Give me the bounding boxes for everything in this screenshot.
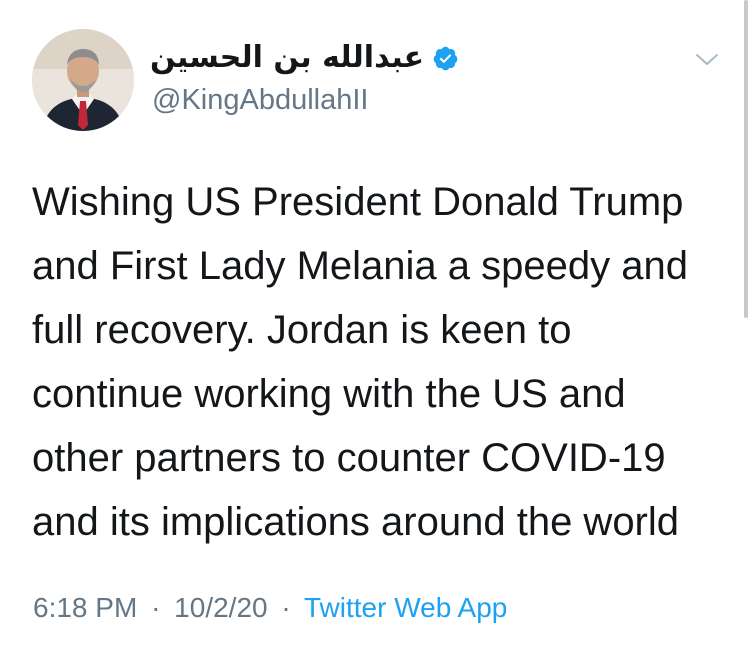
meta-separator: ·	[151, 592, 161, 623]
author-name-row[interactable]: عبدالله بن الحسين	[150, 38, 459, 78]
tweet-source-link[interactable]: Twitter Web App	[304, 592, 507, 623]
tweet-text-line: and its implications around the world	[32, 500, 680, 544]
tweet-text-line: full recovery. Jordan is keen to	[32, 308, 572, 352]
tweet-text-line: other partners to counter COVID-19	[32, 436, 666, 480]
tweet-text-line: and First Lady Melania a speedy and	[32, 244, 688, 288]
author-display-name[interactable]: عبدالله بن الحسين	[150, 38, 424, 78]
author-handle[interactable]: @KingAbdullahII	[152, 82, 368, 118]
tweet-metadata: 6:18 PM · 10/2/20 · Twitter Web App	[33, 588, 507, 628]
tweet-time[interactable]: 6:18 PM	[33, 592, 137, 623]
verified-badge-icon	[432, 45, 459, 72]
avatar-image	[32, 29, 134, 131]
meta-separator: ·	[281, 592, 291, 623]
chevron-down-icon[interactable]	[692, 44, 722, 74]
tweet-date[interactable]: 10/2/20	[174, 592, 267, 623]
tweet-card: عبدالله بن الحسين @KingAbdullahII Wishin…	[0, 0, 750, 650]
tweet-text-line: continue working with the US and	[32, 372, 626, 416]
tweet-text-line: Wishing US President Donald Trump	[32, 180, 684, 224]
avatar[interactable]	[32, 29, 134, 131]
scrollbar[interactable]	[744, 0, 748, 318]
tweet-text: Wishing US President Donald Trump and Fi…	[32, 170, 732, 554]
